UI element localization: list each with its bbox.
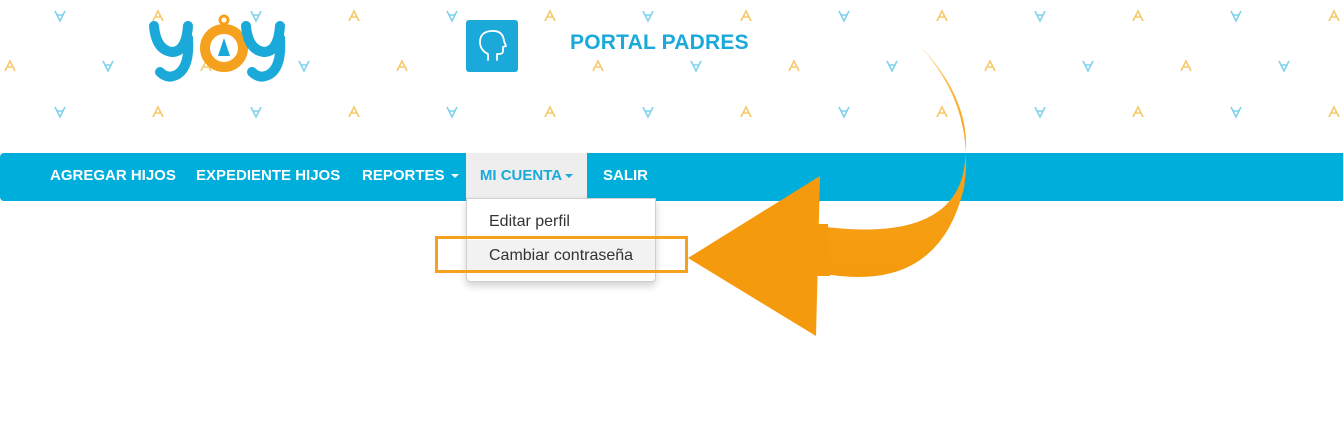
pattern-triangle	[1328, 105, 1340, 118]
pattern-triangle	[54, 106, 66, 119]
pattern-triangle	[838, 10, 850, 23]
caret-down-icon	[450, 174, 459, 179]
pattern-triangle	[1180, 59, 1192, 72]
pattern-triangle	[1132, 9, 1144, 22]
pattern-triangle	[446, 10, 458, 23]
pattern-triangle	[298, 60, 310, 73]
caret-down-icon	[565, 174, 574, 179]
pattern-triangle	[1230, 10, 1242, 23]
pattern-triangle	[1034, 10, 1046, 23]
nav-expediente-hijos[interactable]: EXPEDIENTE HIJOS	[196, 153, 340, 198]
highlight-box	[435, 236, 688, 273]
nav-label: EXPEDIENTE HIJOS	[196, 167, 341, 184]
pattern-triangle	[1132, 105, 1144, 118]
pattern-triangle	[1082, 60, 1094, 73]
pattern-triangle	[740, 9, 752, 22]
main-navbar: AGREGAR HIJOS EXPEDIENTE HIJOS REPORTES …	[0, 153, 1343, 201]
pattern-triangle	[642, 106, 654, 119]
menu-item-editar-perfil[interactable]: Editar perfil	[467, 206, 655, 238]
pattern-triangle	[592, 59, 604, 72]
pattern-triangle	[54, 10, 66, 23]
nav-label: AGREGAR HIJOS	[50, 167, 176, 184]
pattern-triangle	[1230, 106, 1242, 119]
pattern-triangle	[102, 60, 114, 73]
nav-label: REPORTES	[362, 167, 445, 184]
pattern-triangle	[396, 59, 408, 72]
nav-salir[interactable]: SALIR	[603, 153, 648, 198]
nav-mi-cuenta[interactable]: MI CUENTA	[466, 153, 587, 198]
yoy-logo[interactable]	[148, 8, 288, 83]
nav-reportes[interactable]: REPORTES	[362, 153, 459, 198]
pattern-triangle	[1034, 106, 1046, 119]
nav-label: SALIR	[603, 167, 648, 184]
curved-arrow-icon	[688, 46, 967, 336]
pattern-triangle	[642, 10, 654, 23]
pattern-triangle	[446, 106, 458, 119]
pattern-triangle	[348, 105, 360, 118]
pattern-triangle	[1328, 9, 1340, 22]
pattern-triangle	[1278, 60, 1290, 73]
page: PORTAL PADRES AGREGAR HIJOS EXPEDIENTE H…	[0, 0, 1343, 445]
pattern-triangle	[152, 105, 164, 118]
pattern-triangle	[544, 105, 556, 118]
nav-label: MI CUENTA	[479, 167, 563, 184]
pattern-triangle	[250, 106, 262, 119]
pattern-triangle	[4, 59, 16, 72]
head-profile-icon	[466, 20, 518, 72]
pattern-triangle	[544, 9, 556, 22]
pattern-triangle	[984, 59, 996, 72]
pattern-triangle	[348, 9, 360, 22]
nav-agregar-hijos[interactable]: AGREGAR HIJOS	[50, 153, 176, 198]
pattern-triangle	[936, 9, 948, 22]
